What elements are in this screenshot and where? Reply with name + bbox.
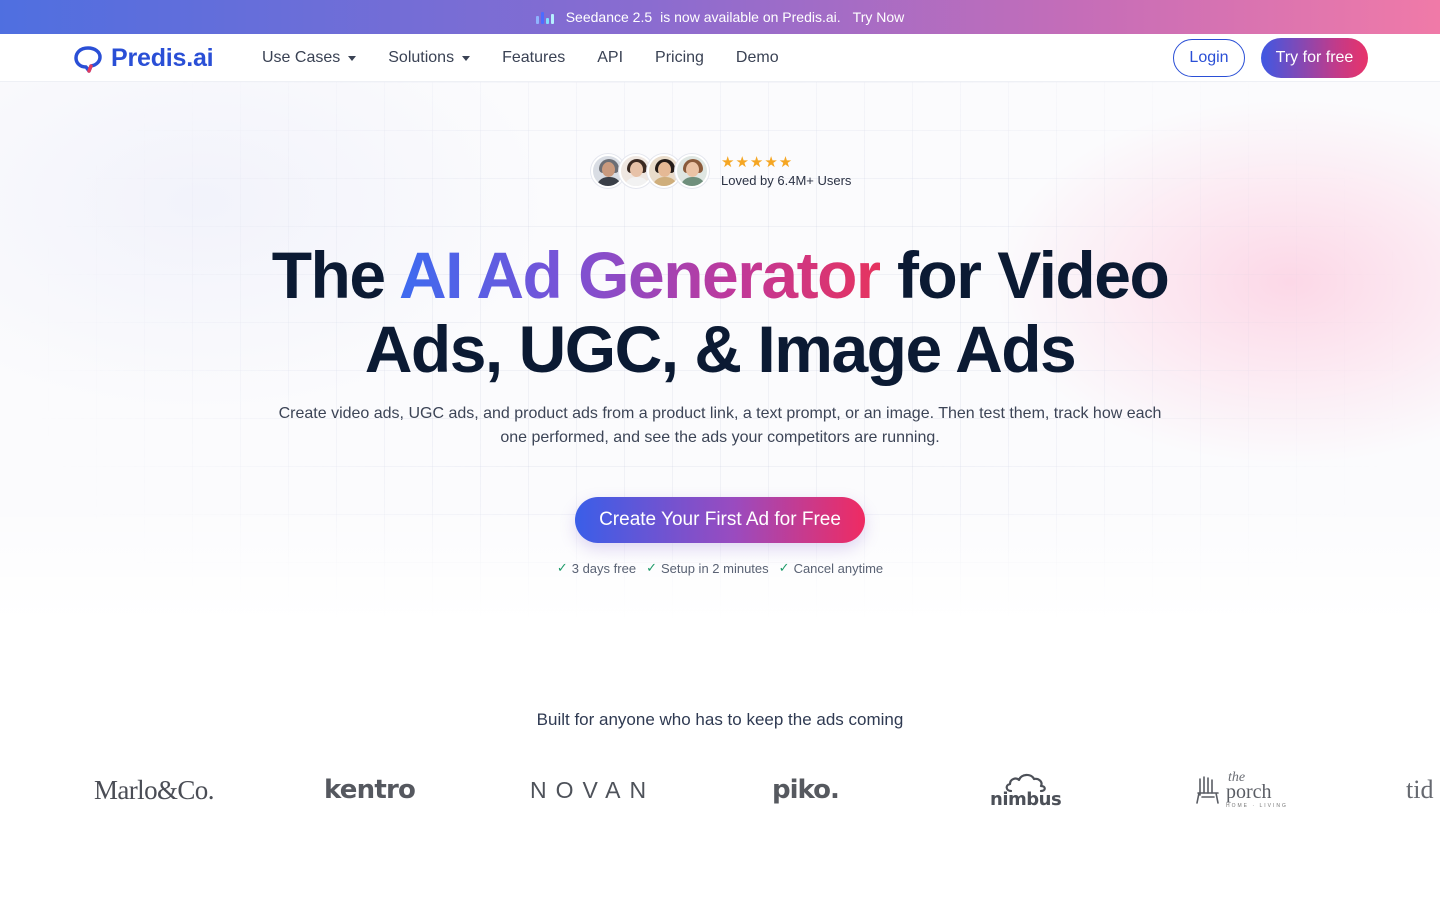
bar-chart-icon [535,11,554,24]
nav-solutions-label: Solutions [388,49,455,66]
benefit-check: ✓ 3 days free [557,560,636,576]
logo-tid-partial: tid [1406,775,1434,804]
benefit-label: Setup in 2 minutes [660,560,769,576]
nav-features-label: Features [502,49,566,66]
loved-by-text: Loved by 6.4M+ Users [721,172,852,188]
headline-part1: The [271,238,399,312]
logos-heading: Built for anyone who has to keep the ads… [536,710,904,729]
logo-the-porch: the porch HOME · LIVING [1196,760,1288,820]
nav-use-cases-label: Use Cases [262,49,341,66]
nav-api-label: API [597,49,624,66]
benefit-checks: ✓ 3 days free ✓ Setup in 2 minutes ✓ Can… [0,560,1440,576]
announcement-bar: Seedance 2.5 is now available on Predis.… [0,0,1440,34]
logo-marlo-co: Marlo&Co. [94,774,214,805]
checkmark-icon: ✓ [778,560,790,575]
nav-features[interactable]: Features [502,49,565,67]
benefit-check: ✓ Cancel anytime [779,560,884,576]
nav-api[interactable]: API [597,49,623,67]
nav-pricing-label: Pricing [655,49,704,66]
caret-down-icon [348,55,357,61]
announcement-try-link[interactable]: Try Now [853,9,905,25]
nav-links: Use Cases Solutions Features API Pricing… [262,34,779,82]
benefit-label: 3 days free [571,560,637,576]
user-avatars [591,154,709,188]
headline-line2: Ads, UGC, & Image Ads [364,312,1077,386]
benefit-label: Cancel anytime [793,560,884,576]
announcement-product: Seedance 2.5 [565,9,653,25]
nav-use-cases[interactable]: Use Cases [262,49,357,67]
avatar [675,154,709,188]
logo[interactable]: Predis.ai [73,44,214,73]
social-proof-text: ★★★★★ Loved by 6.4M+ Users [721,153,852,188]
caret-down-icon [462,55,471,61]
logo-piko: piko. [772,775,840,805]
logo-kentro: kentro [324,775,416,805]
login-button[interactable]: Login [1173,39,1245,77]
logo-porch-tag: HOME · LIVING [1226,803,1288,809]
benefit-check: ✓ Setup in 2 minutes [646,560,769,576]
logo-nimbus: nimbus [990,760,1062,820]
rating-stars: ★★★★★ [721,153,794,171]
logo-porch-text: the porch HOME · LIVING [1226,771,1288,809]
announcement-message: is now available on Predis.ai. [660,9,841,25]
try-for-free-button[interactable]: Try for free [1261,38,1368,78]
logo-text: Predis.ai [111,44,214,72]
customer-logos: Marlo&Co. kentro NOVAN piko. nimbus the … [0,760,1440,830]
top-navbar: Predis.ai Use Cases Solutions Features A… [0,34,1440,82]
hero-headline: The AI Ad Generator for Video Ads, UGC, … [0,238,1440,386]
logo-nimbus-text: nimbus [990,788,1062,810]
nav-pricing[interactable]: Pricing [655,49,704,67]
logo-porch-word: porch [1226,781,1272,803]
nav-demo[interactable]: Demo [736,49,779,67]
social-proof: ★★★★★ Loved by 6.4M+ Users [591,154,851,188]
checkmark-icon: ✓ [646,560,657,575]
headline-highlight: AI Ad Generator [398,238,882,312]
checkmark-icon: ✓ [556,560,568,575]
logo-icon [74,45,102,73]
hero-section: ★★★★★ Loved by 6.4M+ Users The AI Ad Gen… [0,82,1440,622]
nav-demo-label: Demo [735,49,779,66]
create-first-ad-button[interactable]: Create Your First Ad for Free [575,497,865,543]
headline-part2: for Video [880,238,1170,312]
chair-icon [1196,776,1219,804]
nav-solutions[interactable]: Solutions [388,49,471,67]
logo-novan: NOVAN [530,776,656,803]
hero-subheadline: Create video ads, UGC ads, and product a… [278,405,1162,446]
